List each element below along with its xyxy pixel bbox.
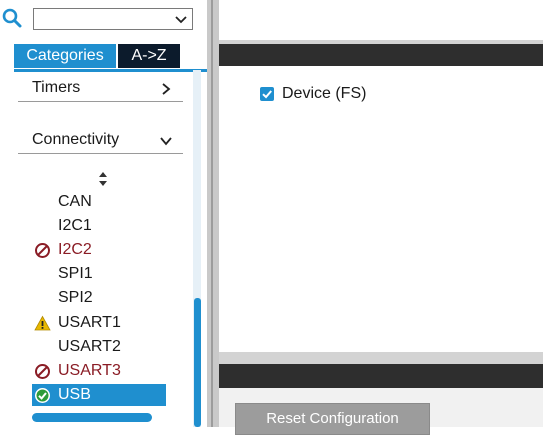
peripheral-label: USART1	[58, 314, 121, 331]
disabled-icon	[34, 363, 51, 380]
left-panel: Categories A->Z Timers Connectivity CAN …	[0, 0, 207, 427]
device-fs-label: Device (FS)	[282, 85, 367, 102]
right-panel: Device (FS) Reset Configuration	[219, 0, 543, 435]
divider	[18, 101, 183, 102]
vertical-scrollbar[interactable]	[194, 298, 201, 427]
category-label: Timers	[32, 79, 81, 96]
peripheral-i2c1[interactable]: I2C1	[34, 215, 164, 237]
peripheral-usart3[interactable]: USART3	[34, 360, 164, 382]
peripheral-can[interactable]: CAN	[34, 191, 164, 213]
panel-splitter[interactable]	[207, 0, 219, 427]
divider	[18, 153, 183, 154]
peripheral-usart2[interactable]: USART2	[34, 336, 164, 358]
peripheral-label: I2C1	[58, 217, 92, 234]
chevron-right-icon[interactable]	[159, 82, 173, 96]
section-divider	[219, 352, 543, 364]
chevron-down-icon[interactable]	[174, 13, 188, 25]
tab-a-to-z[interactable]: A->Z	[118, 44, 180, 68]
reset-configuration-button[interactable]: Reset Configuration	[235, 403, 430, 435]
category-timers[interactable]: Timers	[18, 74, 183, 102]
splitter-line	[211, 0, 213, 427]
peripheral-spi2[interactable]: SPI2	[34, 287, 164, 309]
configuration-header-bar	[219, 364, 543, 388]
peripheral-label: USART2	[58, 338, 121, 355]
disabled-icon	[34, 242, 51, 259]
chevron-down-icon[interactable]	[159, 134, 173, 148]
device-fs-checkbox[interactable]	[260, 87, 274, 101]
category-connectivity[interactable]: Connectivity	[18, 126, 183, 154]
peripheral-label: USB	[58, 386, 91, 403]
peripheral-label: I2C2	[58, 241, 92, 258]
mode-header-bar	[219, 44, 543, 66]
peripheral-label: SPI1	[58, 265, 93, 282]
horizontal-scrollbar[interactable]	[32, 413, 152, 422]
sort-icon[interactable]	[97, 170, 109, 188]
peripheral-spi1[interactable]: SPI1	[34, 263, 164, 285]
peripheral-usb[interactable]: USB	[32, 384, 166, 406]
peripheral-label: SPI2	[58, 289, 93, 306]
peripheral-label: CAN	[58, 193, 92, 210]
search-combo[interactable]	[33, 8, 193, 30]
tab-categories[interactable]: Categories	[14, 44, 116, 68]
category-label: Connectivity	[32, 131, 120, 148]
check-circle-icon	[34, 387, 51, 404]
peripheral-i2c2[interactable]: I2C2	[34, 239, 164, 261]
peripheral-usart1[interactable]: USART1	[34, 312, 164, 334]
tab-bar: Categories A->Z	[0, 42, 207, 72]
tab-underline	[14, 69, 207, 72]
search-icon[interactable]	[2, 8, 24, 30]
peripheral-label: USART3	[58, 362, 121, 379]
warning-icon	[34, 315, 51, 332]
